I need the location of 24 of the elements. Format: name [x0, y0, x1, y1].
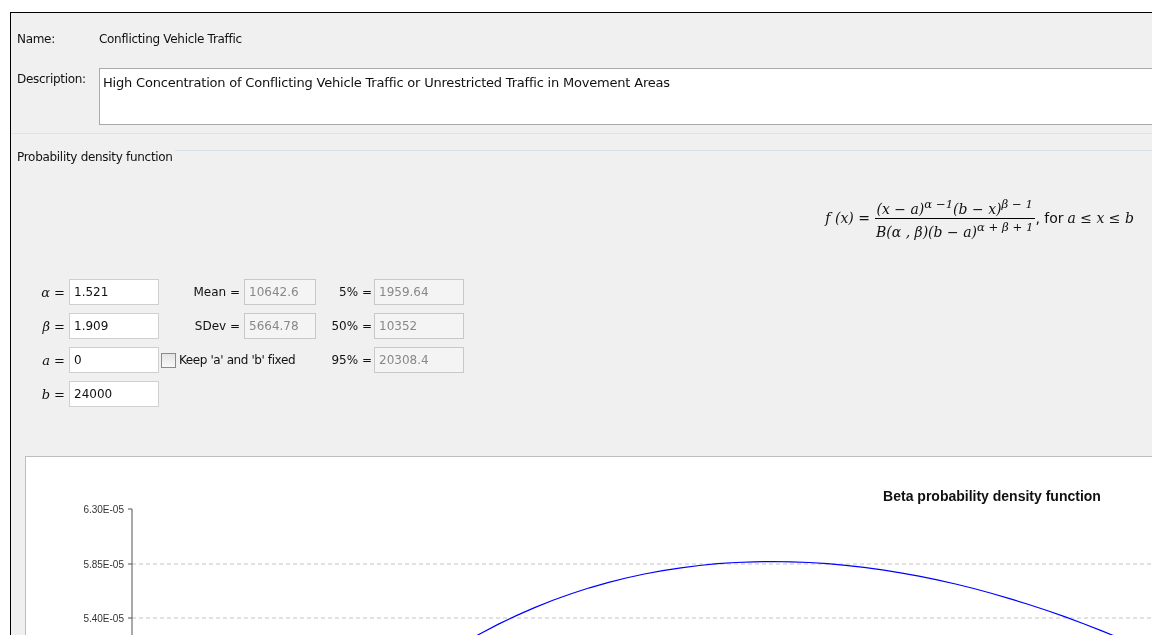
y-tick-label: 5.85E-05 — [83, 559, 124, 571]
name-value: Conflicting Vehicle Traffic — [99, 32, 242, 48]
description-field[interactable]: High Concentration of Conflicting Vehicle Traffic or Unrestricted Traffic in Movement Areas — [99, 68, 1152, 125]
group-title: Probability density function — [17, 150, 173, 164]
parameter-label: α = — [40, 284, 66, 300]
statistic-label: SDev = — [193, 319, 241, 334]
parameter-label: a = — [41, 352, 66, 368]
parameter-field[interactable]: 0 — [69, 347, 159, 374]
parameter-field[interactable]: 1.909 — [69, 313, 159, 340]
parameter-label: b = — [40, 386, 66, 402]
percentile-label: 50% = — [330, 319, 373, 334]
y-tick-label: 6.30E-05 — [83, 504, 124, 516]
name-label: Name: — [17, 32, 56, 48]
y-tick-label: 5.40E-05 — [83, 613, 124, 625]
keep-fixed-checkbox[interactable]: Keep 'a' and 'b' fixed — [161, 352, 316, 368]
beta-formula: f (x) = (x − a)$^{α −1}$(b − x)$^{β − 1}$ B(α , β)(b − a)$^{α + β + 1}$, for a ≤ x ≤ b — [825, 197, 1134, 240]
percentile-label: 95% = — [330, 353, 373, 368]
description-label: Description: — [17, 71, 87, 88]
parameter-field[interactable]: 1.521 — [69, 279, 159, 306]
chart-title: Beta probability density function — [883, 488, 1101, 505]
parameter-label: β = — [41, 318, 66, 334]
statistic-label: Mean = — [192, 285, 241, 300]
percentile-label: 5% = — [338, 285, 373, 300]
parameter-field[interactable]: 24000 — [69, 381, 159, 408]
